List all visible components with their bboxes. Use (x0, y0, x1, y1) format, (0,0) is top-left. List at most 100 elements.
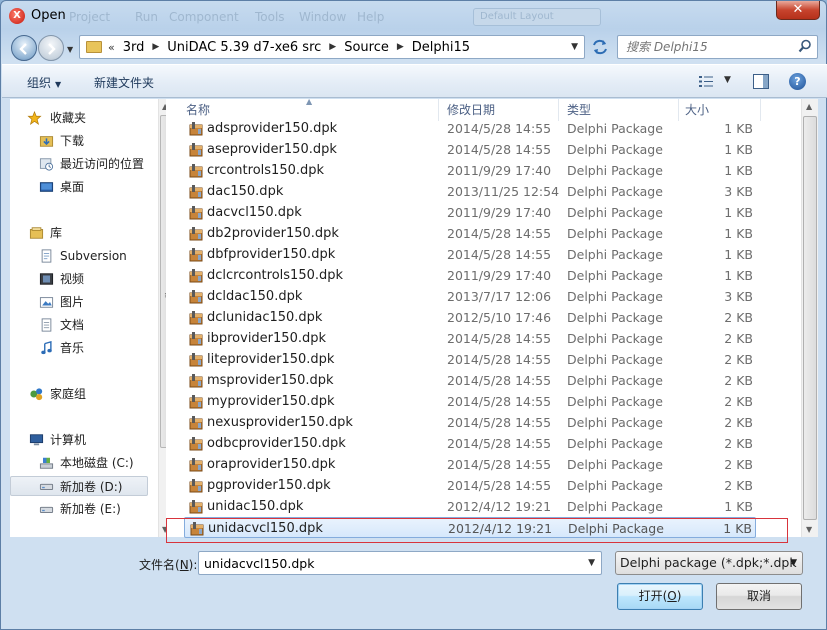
delphi-package-file-icon (189, 479, 203, 493)
refresh-button[interactable] (588, 35, 612, 59)
file-date: 2014/5/28 14:55 (447, 373, 552, 388)
nav-item-drive-e[interactable]: 新加卷 (E:) (10, 499, 148, 519)
delphi-package-file-icon (189, 206, 203, 220)
nav-item-desktop[interactable]: 桌面 (10, 177, 148, 197)
forward-button[interactable] (38, 35, 64, 61)
open-button[interactable]: 打开(O) (617, 583, 703, 610)
file-row[interactable]: crcontrols150.dpk 2011/9/29 17:40 Delphi P… (184, 160, 756, 181)
file-size: 1 KB (724, 268, 753, 283)
file-row[interactable]: nexusprovider150.dpk 2014/5/28 14:55 Delph… (184, 412, 756, 433)
breadcrumb-delphi15[interactable]: Delphi15 (412, 40, 470, 55)
title-bar: X Open Project Run Component Tools Windo… (1, 1, 826, 31)
file-row[interactable]: db2provider150.dpk 2014/5/28 14:55 Delphi … (184, 223, 756, 244)
nav-item-drive-d[interactable]: 新加卷 (D:) (10, 476, 148, 496)
file-type: Delphi Package (567, 415, 663, 430)
help-icon[interactable]: ? (789, 73, 806, 90)
address-dropdown-icon[interactable]: ▼ (571, 42, 578, 52)
file-row[interactable]: dac150.dpk 2013/11/25 12:54 Delphi Package… (184, 181, 756, 202)
nav-item-drive-c[interactable]: 本地磁盘 (C:) (10, 453, 148, 473)
file-type-filter[interactable]: Delphi package (*.dpk;*.dpk ▼ (615, 551, 803, 575)
nav-item-videos[interactable]: 视频 (10, 269, 148, 289)
back-button[interactable] (11, 35, 37, 61)
file-size: 1 KB (724, 205, 753, 220)
file-size: 1 KB (724, 226, 753, 241)
video-icon (39, 273, 54, 285)
view-dropdown-icon[interactable]: ▼ (724, 75, 731, 85)
file-row[interactable]: msprovider150.dpk 2014/5/28 14:55 Delphi P… (184, 370, 756, 391)
nav-item-label: 文档 (60, 318, 85, 332)
delphi-package-file-icon (189, 122, 203, 136)
file-row[interactable]: adsprovider150.dpk 2014/5/28 14:55 Delphi … (184, 118, 756, 139)
nav-computer[interactable]: 计算机 (10, 430, 148, 450)
file-row[interactable]: dcldac150.dpk 2013/7/17 12:06 Delphi Packa… (184, 286, 756, 307)
nav-item-pictures[interactable]: 图片 (10, 292, 148, 312)
organize-button[interactable]: 组织 ▼ (27, 74, 61, 91)
file-size: 2 KB (724, 373, 753, 388)
chevron-down-icon[interactable]: ▼ (790, 552, 797, 574)
recent-locations-dropdown[interactable]: ▼ (67, 45, 73, 54)
new-folder-button[interactable]: 新建文件夹 (94, 74, 154, 91)
bg-menu-run: Run (135, 10, 159, 24)
file-row[interactable]: dclunidac150.dpk 2012/5/10 17:46 Delphi Pa… (184, 307, 756, 328)
preview-pane-icon[interactable] (753, 74, 769, 89)
command-bar: 组织 ▼ 新建文件夹 ▼ ? (2, 64, 827, 98)
file-row[interactable]: dclcrcontrols150.dpk 2011/9/29 17:40 Delph… (184, 265, 756, 286)
delphi-package-file-icon (189, 269, 203, 283)
file-name: oraprovider150.dpk (207, 457, 336, 472)
file-row[interactable]: unidac150.dpk 2012/4/12 19:21 Delphi Packa… (184, 496, 756, 517)
chevron-right-icon[interactable]: ▶ (397, 42, 404, 52)
filename-label-end: ): (188, 558, 198, 572)
breadcrumb-3rd[interactable]: 3rd (123, 40, 145, 55)
bg-menu-project: Project (69, 10, 111, 24)
nav-favorites[interactable]: 收藏夹 (10, 108, 148, 128)
filename-input[interactable] (204, 552, 574, 574)
file-row[interactable]: liteprovider150.dpk 2014/5/28 14:55 Delphi… (184, 349, 756, 370)
file-size: 3 KB (724, 184, 753, 199)
file-type: Delphi Package (567, 373, 663, 388)
cancel-button[interactable]: 取消 (716, 583, 802, 610)
breadcrumb-unidac[interactable]: UniDAC 5.39 d7-xe6 src (167, 40, 321, 55)
file-row[interactable]: pgprovider150.dpk 2014/5/28 14:55 Delphi P… (184, 475, 756, 496)
nav-homegroup[interactable]: 家庭组 (10, 384, 148, 404)
chevron-right-icon[interactable]: ▶ (152, 42, 159, 52)
nav-item-label: 本地磁盘 (C:) (60, 456, 134, 470)
chevron-right-icon[interactable]: ▶ (329, 42, 336, 52)
file-row[interactable]: ibprovider150.dpk 2014/5/28 14:55 Delphi P… (184, 328, 756, 349)
scroll-up-arrow-icon[interactable]: ▲ (806, 102, 812, 111)
file-row[interactable]: oraprovider150.dpk 2014/5/28 14:55 Delphi … (184, 454, 756, 475)
search-box[interactable] (617, 35, 818, 59)
file-row[interactable]: odbcprovider150.dpk 2014/5/28 14:55 Delphi… (184, 433, 756, 454)
view-options-icon[interactable] (699, 75, 713, 88)
file-size: 2 KB (724, 415, 753, 430)
filename-label-text: 文件名( (139, 558, 180, 572)
file-size: 3 KB (724, 289, 753, 304)
nav-item-music[interactable]: 音乐 (10, 338, 148, 358)
file-type: Delphi Package (567, 121, 663, 136)
breadcrumb-overflow[interactable]: « (108, 41, 115, 54)
file-list-scroll-thumb[interactable] (803, 116, 817, 520)
nav-item-downloads[interactable]: 下载 (10, 131, 148, 151)
nav-libraries[interactable]: 库 (10, 223, 148, 243)
nav-item-documents[interactable]: 文档 (10, 315, 148, 335)
file-row[interactable]: dbfprovider150.dpk 2014/5/28 14:55 Delphi … (184, 244, 756, 265)
open-accel-key: O (667, 589, 677, 603)
close-button[interactable]: ✕ (776, 1, 820, 20)
filename-combo[interactable]: ▼ (198, 551, 602, 575)
star-icon (27, 111, 42, 125)
nav-item-recent-places[interactable]: 最近访问的位置 (10, 154, 148, 174)
file-row[interactable]: myprovider150.dpk 2014/5/28 14:55 Delphi P… (184, 391, 756, 412)
file-list-scrollbar[interactable]: ▲ ▼ (801, 99, 818, 537)
file-row[interactable]: dacvcl150.dpk 2011/9/29 17:40 Delphi Packa… (184, 202, 756, 223)
scroll-down-arrow-icon[interactable]: ▼ (806, 525, 812, 534)
file-type: Delphi Package (567, 331, 663, 346)
address-bar[interactable]: « 3rd ▶ UniDAC 5.39 d7-xe6 src ▶ Source … (79, 35, 585, 59)
filename-accel-key: N (179, 558, 189, 572)
chevron-down-icon[interactable]: ▼ (588, 558, 595, 568)
nav-item-subversion[interactable]: Subversion (10, 246, 148, 266)
search-icon[interactable] (798, 39, 812, 53)
file-name: dac150.dpk (207, 184, 284, 199)
file-row[interactable]: aseprovider150.dpk 2014/5/28 14:55 Delphi … (184, 139, 756, 160)
file-size: 1 KB (724, 142, 753, 157)
breadcrumb-source[interactable]: Source (344, 40, 389, 55)
search-input[interactable] (626, 36, 796, 58)
